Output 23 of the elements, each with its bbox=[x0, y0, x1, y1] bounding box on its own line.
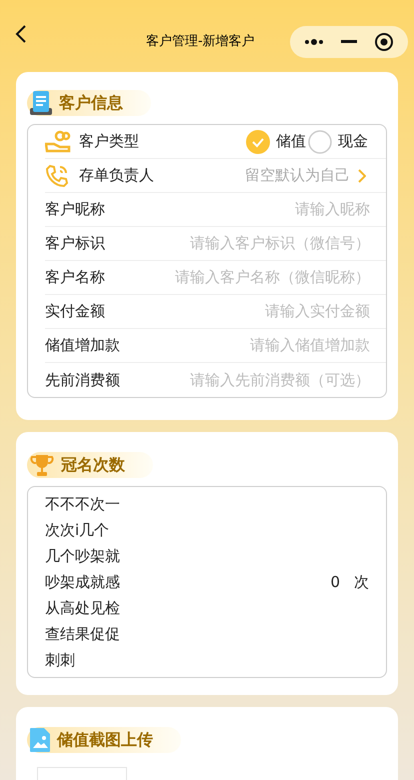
input-field[interactable]: 请输入昵称 bbox=[113, 198, 370, 221]
radio-option[interactable]: 储值 bbox=[246, 130, 306, 154]
input-field[interactable]: 请输入储值增加款 bbox=[128, 334, 370, 357]
radio-option[interactable]: 现金 bbox=[308, 130, 368, 154]
section-title: 冠名次数 bbox=[61, 454, 125, 476]
count-unit: 次 bbox=[354, 572, 369, 593]
input-field[interactable]: 请输入客户名称（微信昵称） bbox=[113, 266, 370, 289]
field-label: 客户类型 bbox=[79, 131, 139, 152]
field-label: 客户名称 bbox=[45, 267, 105, 288]
field-label: 实付金额 bbox=[45, 301, 105, 322]
count-label: 不不不次一次次i几个几个吵架就吵架成就感从高处见检查结果促促刺刺 bbox=[45, 494, 120, 671]
input-field[interactable]: 请输入先前消费额（可选） bbox=[128, 368, 370, 392]
owner-row[interactable]: 存单负责人 留空默认为自己 bbox=[45, 159, 386, 193]
section-title: 客户信息 bbox=[59, 92, 123, 114]
section-title: 储值截图上传 bbox=[57, 729, 153, 751]
field-label: 储值增加款 bbox=[45, 335, 120, 356]
count-value: 0 bbox=[330, 572, 340, 593]
field-label: 客户标识 bbox=[45, 233, 105, 254]
field-label: 客户昵称 bbox=[45, 199, 105, 220]
input-field[interactable]: 请输入实付金额 bbox=[113, 300, 370, 323]
input-field[interactable]: 请输入客户标识（微信号） bbox=[113, 232, 370, 255]
page-title: 客户管理-新增客户 bbox=[146, 33, 255, 51]
field-label: 先前消费额 bbox=[45, 370, 120, 391]
